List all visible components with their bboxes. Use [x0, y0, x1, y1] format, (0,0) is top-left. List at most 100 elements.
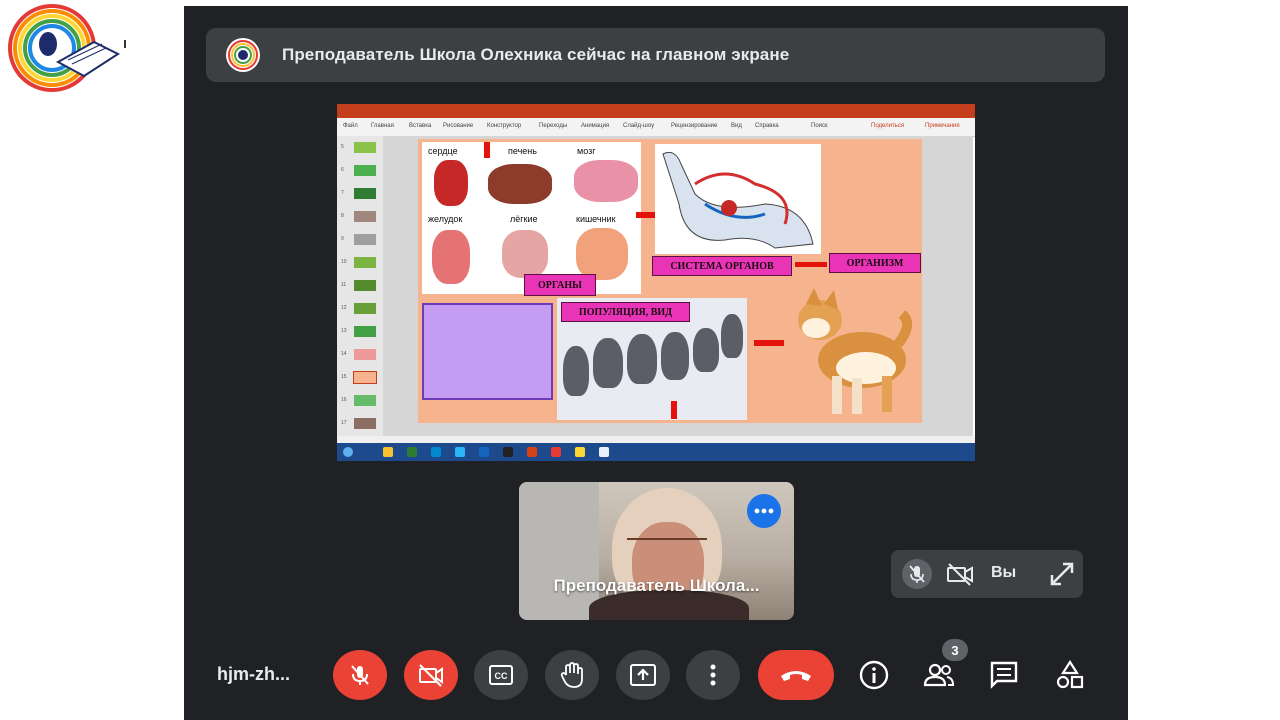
husky-shape	[693, 328, 719, 372]
slide-thumbnail[interactable]	[354, 395, 376, 406]
ppt-thumbnail-pane: 5 6 7 8 9 10 11 12 13 14 15 16 17	[337, 136, 383, 436]
ppt-share[interactable]: Поделиться	[871, 123, 904, 129]
present-now-button[interactable]	[616, 650, 670, 700]
ppt-comments[interactable]: Примечания	[925, 123, 960, 129]
husky-shape	[627, 334, 657, 384]
slide-thumbnail-active[interactable]	[353, 371, 377, 384]
ppt-tab[interactable]: Конструктор	[487, 123, 521, 129]
more-options-menu-button[interactable]	[686, 650, 740, 700]
captions-button[interactable]: CC	[474, 650, 528, 700]
label-population: ПОПУЛЯЦИЯ, ВИД	[561, 302, 690, 322]
slide-thumbnail[interactable]	[354, 349, 376, 360]
heart-image	[434, 160, 468, 206]
chat-button[interactable]	[986, 657, 1022, 693]
slide-number: 12	[341, 305, 347, 311]
start-icon[interactable]	[343, 447, 353, 457]
label-organs: ОРГАНЫ	[524, 274, 596, 296]
slide-thumbnail[interactable]	[354, 280, 376, 291]
ppt-ribbon-tabs: Файл Главная Вставка Рисование Конструкт…	[337, 118, 975, 137]
slide-number: 7	[341, 190, 344, 196]
organ-label-liver: печень	[508, 146, 537, 156]
svg-text:CC: CC	[495, 671, 508, 681]
meeting-details-button[interactable]	[856, 657, 892, 693]
presentation-banner: Преподаватель Школа Олехника сейчас на г…	[206, 28, 1105, 82]
skype-icon[interactable]	[455, 447, 465, 457]
slide-thumbnail[interactable]	[354, 234, 376, 245]
raise-hand-button[interactable]	[545, 650, 599, 700]
slide-number: 15	[341, 374, 347, 380]
ppt-tab[interactable]: Поиск	[811, 123, 828, 129]
info-icon	[859, 660, 889, 690]
slide-thumbnail[interactable]	[354, 257, 376, 268]
presenter-glasses	[627, 538, 707, 552]
husky-shape	[721, 314, 743, 358]
powerpoint-icon[interactable]	[527, 447, 537, 457]
ppt-tab[interactable]: Рецензирование	[671, 123, 717, 129]
presenter-avatar-icon	[226, 38, 260, 72]
more-options-button[interactable]	[747, 494, 781, 528]
people-icon	[923, 663, 955, 687]
slide-thumbnail[interactable]	[354, 303, 376, 314]
camera-off-icon	[419, 664, 443, 687]
ppt-tab[interactable]: Рисование	[443, 123, 473, 129]
leave-call-button[interactable]	[758, 650, 834, 700]
empty-placeholder-box	[422, 303, 553, 400]
brain-image	[574, 160, 638, 202]
organ-label-intestine: кишечник	[576, 214, 616, 224]
slide-thumbnail[interactable]	[354, 326, 376, 337]
intestine-image	[576, 228, 628, 280]
organ-system-panel	[655, 144, 821, 254]
slide-number: 9	[341, 236, 344, 242]
excel-icon[interactable]	[407, 447, 417, 457]
slide-thumbnail[interactable]	[354, 211, 376, 222]
presenter-name: Преподаватель Школа...	[553, 576, 760, 595]
ppt-tab[interactable]: Анимация	[581, 123, 609, 129]
expand-icon[interactable]	[1049, 561, 1075, 587]
camera-toggle-button[interactable]	[404, 650, 458, 700]
organ-label-heart: сердце	[428, 146, 458, 156]
word-icon[interactable]	[479, 447, 489, 457]
participants-button[interactable]	[921, 657, 957, 693]
stomach-image	[432, 230, 470, 284]
microphone-toggle-button[interactable]	[333, 650, 387, 700]
self-label: Вы	[991, 564, 1017, 581]
ppt-tab[interactable]: Главная	[371, 123, 394, 129]
mic-off-icon	[351, 665, 369, 685]
app-icon[interactable]	[503, 447, 513, 457]
slide-thumbnail[interactable]	[354, 142, 376, 153]
ppt-tab[interactable]: Вставка	[409, 123, 431, 129]
ppt-title-text	[547, 106, 549, 112]
shiba-dog-image	[786, 284, 914, 418]
presenter-video-tile[interactable]: Преподаватель Школа...	[519, 482, 794, 620]
red-arrow-right	[795, 262, 827, 267]
slide-number: 6	[341, 167, 344, 173]
chrome-icon[interactable]	[383, 447, 393, 457]
outlook-icon[interactable]	[431, 447, 441, 457]
ppt-title-bar	[337, 104, 975, 118]
end-call-icon	[781, 671, 811, 681]
ppt-tab[interactable]: Вид	[731, 123, 742, 129]
school-logo	[6, 2, 126, 92]
app-icon[interactable]	[551, 447, 561, 457]
red-arrow-down	[484, 142, 490, 158]
slide-number: 13	[341, 328, 347, 334]
folder-icon[interactable]	[575, 447, 585, 457]
ppt-tab[interactable]: Переходы	[539, 123, 567, 129]
activities-shapes-icon	[1056, 660, 1084, 689]
label-organism: ОРГАНИЗМ	[829, 253, 921, 273]
windows-taskbar	[337, 443, 975, 461]
slide-thumbnail[interactable]	[354, 165, 376, 176]
self-view-tile[interactable]: Вы	[891, 550, 1083, 598]
liver-image	[488, 164, 552, 204]
activities-button[interactable]	[1052, 657, 1088, 693]
chrome-icon[interactable]	[599, 447, 609, 457]
top-border	[184, 0, 1128, 6]
slide-thumbnail[interactable]	[354, 188, 376, 199]
present-screen-icon	[630, 664, 656, 686]
shared-screen[interactable]: Файл Главная Вставка Рисование Конструкт…	[337, 104, 975, 461]
ppt-tab[interactable]: Файл	[343, 123, 358, 129]
self-camera-off-icon	[946, 562, 974, 586]
slide-thumbnail[interactable]	[354, 418, 376, 429]
ppt-tab[interactable]: Справка	[755, 123, 779, 129]
ppt-tab[interactable]: Слайд-шоу	[623, 123, 654, 129]
